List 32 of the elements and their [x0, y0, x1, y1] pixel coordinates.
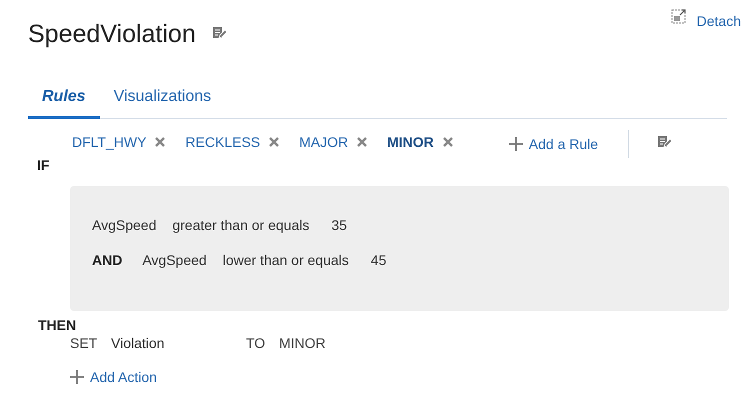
page-title: SpeedViolation [28, 20, 196, 49]
close-icon[interactable] [155, 137, 166, 147]
edit-icon[interactable] [212, 26, 226, 40]
action-keyword: SET [70, 335, 98, 351]
operator-text: lower than or equals [222, 252, 349, 268]
rule-tab[interactable]: RECKLESS [185, 134, 260, 150]
operator-text: greater than or equals [172, 217, 310, 233]
value-text: 45 [370, 252, 386, 268]
add-rule-button[interactable]: Add a Rule [508, 136, 598, 152]
connector-label: AND [92, 252, 122, 268]
add-action-button[interactable]: Add Action [70, 369, 157, 385]
field-name: AvgSpeed [142, 252, 207, 268]
detach-link[interactable]: Detach [696, 13, 741, 29]
rule-tab[interactable]: MINOR [387, 134, 434, 150]
value-text: MINOR [279, 335, 326, 351]
plus-icon [508, 137, 523, 151]
tab[interactable]: Visualizations [100, 72, 226, 119]
edit-icon[interactable] [657, 135, 672, 149]
close-icon[interactable] [357, 137, 368, 147]
close-icon[interactable] [442, 137, 453, 147]
target-field: Violation [111, 335, 246, 351]
field-name: AvgSpeed [92, 217, 156, 233]
value-text: 35 [331, 217, 347, 233]
rule-tab[interactable]: MAJOR [299, 134, 348, 150]
close-icon[interactable] [269, 137, 280, 147]
tab[interactable]: Rules [28, 72, 100, 119]
action-keyword: TO [246, 335, 266, 351]
then-label: THEN [38, 317, 78, 333]
rule-tab[interactable]: DFLT_HWY [72, 134, 146, 150]
if-label: IF [37, 157, 50, 173]
plus-icon [70, 370, 84, 384]
detach-icon[interactable] [670, 8, 687, 24]
